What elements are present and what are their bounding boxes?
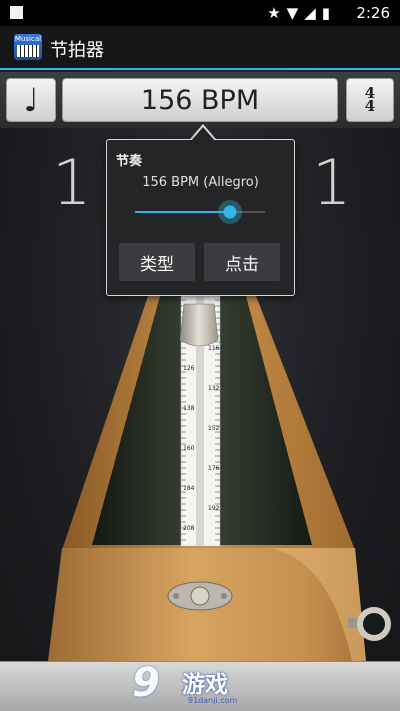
pendulum-weight (179, 303, 219, 347)
scale-label: 208 (183, 525, 195, 532)
type-button[interactable]: 类型 (119, 243, 195, 281)
scale-label: 132 (208, 385, 220, 392)
scale-label: 176 (208, 465, 220, 472)
popup-pointer-fill (192, 127, 214, 140)
popup-title: 节奏 (116, 154, 143, 169)
beat-counter-right: 1 (312, 146, 352, 219)
tempo-slider[interactable] (135, 200, 265, 224)
click-button[interactable]: 点击 (204, 243, 280, 281)
slider-thumb[interactable] (217, 200, 242, 224)
scale-label: 138 (183, 405, 195, 412)
watermark-url: 91danji.com (188, 696, 238, 705)
slider-fill (135, 211, 230, 213)
popup-tempo-readout: 156 BPM (Allegro) (142, 175, 259, 190)
scale-label: 160 (183, 445, 195, 452)
scale-label: 116 (208, 345, 220, 352)
watermark-logo: 9 (132, 660, 160, 706)
metronome-illustration: 92100116126132138152160176184192208 (48, 295, 391, 661)
metronome-screen: ★▼◢▮ 2:26 Musical 节拍器 ♩ 156 BPM 4 4 116 … (0, 0, 400, 711)
beat-counter-left: 1 (52, 146, 92, 219)
tempo-popup: 节奏 156 BPM (Allegro) 类型 点击 (106, 139, 295, 296)
watermark: 9 游戏 91danji.com (132, 660, 272, 711)
watermark-text: 游戏 (182, 672, 228, 698)
scale-label: 192 (208, 505, 220, 512)
